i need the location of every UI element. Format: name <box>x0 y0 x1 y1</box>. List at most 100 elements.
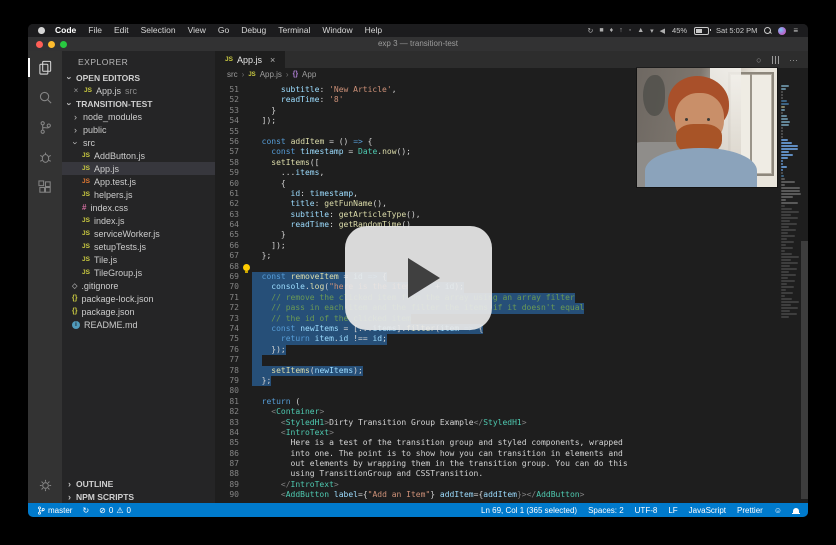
tree-item-setuptests.js[interactable]: JSsetupTests.js <box>62 240 215 253</box>
breadcrumb-item-src[interactable]: src <box>227 70 238 79</box>
md-file-icon: i <box>72 321 80 329</box>
breadcrumb-item-app[interactable]: App <box>302 70 316 79</box>
explorer-icon[interactable] <box>33 56 57 79</box>
code-text: </IntroText> <box>252 480 339 490</box>
editor-scrollbar[interactable] <box>801 241 808 499</box>
minimap-line <box>781 199 786 201</box>
tree-item-index.css[interactable]: #index.css <box>62 201 215 214</box>
search-icon[interactable] <box>33 86 57 109</box>
tree-item-helpers.js[interactable]: JShelpers.js <box>62 188 215 201</box>
open-editors-section[interactable]: › OPEN EDITORS <box>62 71 215 84</box>
menu-selection[interactable]: Selection <box>135 24 182 37</box>
status-item[interactable]: Ln 69, Col 1 (365 selected) <box>481 506 577 515</box>
tree-item-addbutton.js[interactable]: JSAddButton.js <box>62 149 215 162</box>
menu-extra-icon[interactable]: ▾ <box>650 27 654 35</box>
section-npm-scripts[interactable]: ›NPM SCRIPTS <box>62 490 215 503</box>
menu-clock[interactable]: Sat 5:02 PM <box>716 26 757 35</box>
js-test-file-icon: JS <box>82 178 90 185</box>
tree-item-src[interactable]: ›src <box>62 136 215 149</box>
menu-extra-icon[interactable]: ◦ <box>629 27 631 35</box>
git-branch-item[interactable]: master <box>37 506 72 515</box>
tree-item-tilegroup.js[interactable]: JSTileGroup.js <box>62 266 215 279</box>
sync-item[interactable]: ↻ <box>82 506 89 515</box>
code-line-64: 64 readTime: getRandomTime() <box>215 220 780 230</box>
play-button-overlay[interactable] <box>345 226 492 330</box>
line-number: 81 <box>215 397 239 407</box>
symbol-icon: {} <box>293 71 298 78</box>
menu-extra-icon[interactable]: ■ <box>599 27 603 35</box>
minimap-line <box>781 127 783 129</box>
menu-edit[interactable]: Edit <box>108 24 135 37</box>
debug-icon[interactable] <box>33 146 57 169</box>
tree-item-node_modules[interactable]: ›node_modules <box>62 110 215 123</box>
tree-item-readme.md[interactable]: i README.md <box>62 318 215 331</box>
tree-item-app.test.js[interactable]: JSApp.test.js <box>62 175 215 188</box>
open-editor-item[interactable]: × JS App.js src <box>62 84 215 97</box>
tree-item-package-lock.json[interactable]: {}package-lock.json <box>62 292 215 305</box>
menu-extra-icon[interactable]: ↑ <box>619 27 623 35</box>
code-text: { <box>252 179 286 189</box>
code-line-83: 83 <StyledH1>Dirty Transition Group Exam… <box>215 418 780 428</box>
menu-extra-icon[interactable]: ♦ <box>610 27 614 35</box>
menu-go[interactable]: Go <box>212 24 235 37</box>
minimap-line <box>781 139 788 141</box>
source-control-icon[interactable] <box>33 116 57 139</box>
settings-gear-icon[interactable] <box>33 474 57 497</box>
code-text <box>252 355 262 365</box>
code-text: ]); <box>252 116 276 126</box>
extensions-icon[interactable] <box>33 176 57 199</box>
code-text: subtitle: getArticleType(), <box>252 210 421 220</box>
open-editor-name: App.js <box>96 86 121 96</box>
menu-help[interactable]: Help <box>359 24 388 37</box>
minimap-line <box>781 85 789 87</box>
more-actions-icon[interactable]: ··· <box>789 55 798 65</box>
tree-item-label: README.md <box>84 320 138 330</box>
notifications-bell-icon[interactable] <box>793 508 799 513</box>
menu-extra-icon[interactable]: ◀ <box>660 27 665 35</box>
split-editor-icon[interactable] <box>772 56 780 64</box>
menu-view[interactable]: View <box>182 24 212 37</box>
status-item[interactable]: LF <box>668 506 677 515</box>
problems-item[interactable]: ⊘0 ⚠0 <box>99 506 131 515</box>
tree-item-.gitignore[interactable]: ◇.gitignore <box>62 279 215 292</box>
minimap-line <box>781 148 798 150</box>
code-line-85: 85 Here is a test of the transition grou… <box>215 438 780 448</box>
tree-item-tile.js[interactable]: JSTile.js <box>62 253 215 266</box>
menu-window[interactable]: Window <box>316 24 358 37</box>
menu-extra-icon[interactable]: ▲ <box>637 27 644 35</box>
menu-terminal[interactable]: Terminal <box>272 24 316 37</box>
status-item[interactable]: JavaScript <box>689 506 726 515</box>
folder-chevron-icon: › <box>72 112 79 122</box>
menu-file[interactable]: File <box>82 24 108 37</box>
status-item[interactable]: Prettier <box>737 506 763 515</box>
tree-item-public[interactable]: ›public <box>62 123 215 136</box>
menu-code[interactable]: Code <box>49 24 82 37</box>
breadcrumb-item-app.js[interactable]: App.js <box>260 70 282 79</box>
apple-logo-icon[interactable] <box>38 27 45 34</box>
battery-icon <box>694 27 709 35</box>
tree-item-serviceworker.js[interactable]: JSserviceWorker.js <box>62 227 215 240</box>
lightbulb-icon[interactable] <box>243 264 250 271</box>
close-editor-icon[interactable]: × <box>72 86 80 95</box>
line-number: 76 <box>215 345 239 355</box>
spotlight-icon[interactable] <box>764 27 771 34</box>
menu-debug[interactable]: Debug <box>235 24 272 37</box>
tab-app-js[interactable]: JS App.js × <box>215 51 285 68</box>
status-bar: master ↻ ⊘0 ⚠0 Ln 69, Col 1 (365 selecte… <box>28 503 808 517</box>
status-item[interactable]: UTF-8 <box>635 506 658 515</box>
section-outline[interactable]: ›OUTLINE <box>62 477 215 490</box>
minimap[interactable] <box>781 68 801 503</box>
tree-item-package.json[interactable]: {}package.json <box>62 305 215 318</box>
minimap-line <box>781 94 783 96</box>
tree-item-app.js[interactable]: JSApp.js <box>62 162 215 175</box>
menu-extra-icon[interactable]: ↻ <box>588 27 594 35</box>
status-item[interactable]: Spaces: 2 <box>588 506 624 515</box>
siri-icon[interactable] <box>778 27 786 35</box>
project-section[interactable]: › TRANSITION-TEST <box>62 97 215 110</box>
tab-close-icon[interactable]: × <box>270 55 275 65</box>
open-changes-icon[interactable]: ○ <box>756 55 761 65</box>
feedback-smiley-icon[interactable]: ☺ <box>774 506 782 515</box>
tree-item-index.js[interactable]: JSindex.js <box>62 214 215 227</box>
minimap-line <box>781 274 796 276</box>
control-center-icon[interactable]: ≡ <box>793 26 798 35</box>
